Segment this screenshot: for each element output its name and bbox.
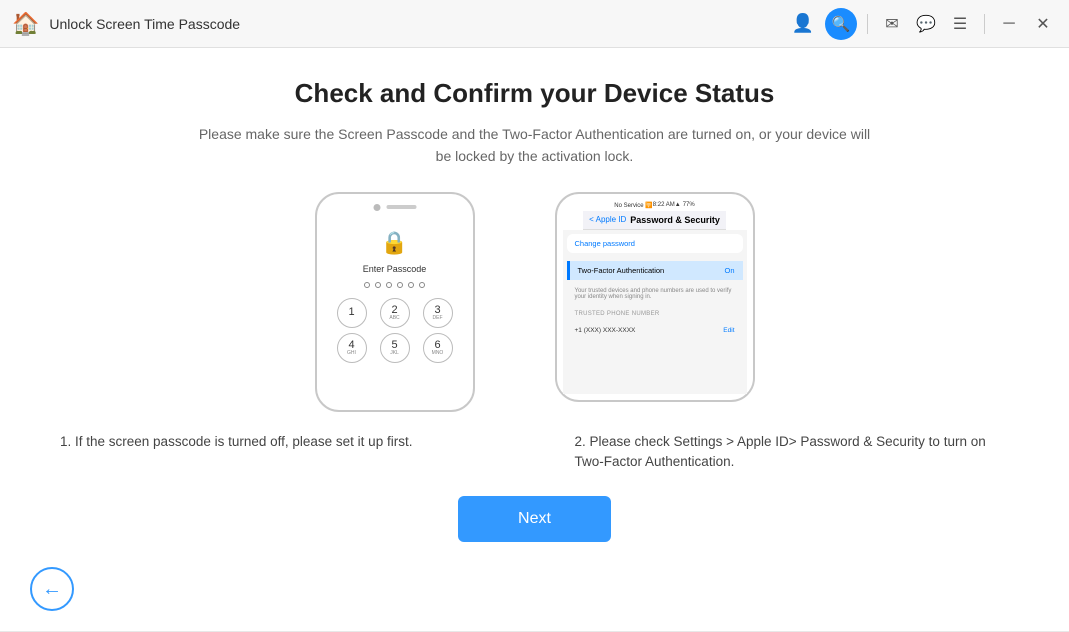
- desc-row: 1. If the screen passcode is turned off,…: [60, 432, 1009, 473]
- mail-icon[interactable]: ✉: [878, 10, 906, 38]
- titlebar-divider2: [984, 14, 985, 34]
- titlebar-icons: 👤 🔍 ✉ 💬 ☰ ─ ✕: [787, 8, 1057, 40]
- close-button[interactable]: ✕: [1029, 10, 1057, 38]
- phone2-body: Change password Two-Factor Authenticatio…: [563, 230, 747, 394]
- phone2-nav: < Apple ID Password & Security: [583, 211, 726, 230]
- phone1-screen: 🔒 Enter Passcode 1 2ABC 3DEF 4: [327, 220, 463, 400]
- titlebar-title: Unlock Screen Time Passcode: [49, 16, 240, 32]
- menu-icon[interactable]: ☰: [946, 10, 974, 38]
- passcode-dot-1: [364, 282, 370, 288]
- phone2-change-password-row: Change password: [567, 234, 743, 253]
- back-btn-wrap: ←: [30, 567, 74, 611]
- phone2-wrap: No Service 🛜 8:22 AM ▲ 77% < Apple ID Pa…: [555, 192, 755, 402]
- home-icon: 🏠: [12, 11, 39, 37]
- phone2-2fa-label: Two-Factor Authentication: [578, 266, 665, 275]
- key-4: 4GHI: [337, 333, 367, 363]
- page-title: Check and Confirm your Device Status: [295, 78, 775, 109]
- key-6: 6MNO: [423, 333, 453, 363]
- phone1-dot: [373, 204, 380, 211]
- search-icon[interactable]: 🔍: [825, 8, 857, 40]
- phone2-2fa-row: Two-Factor Authentication On: [567, 261, 743, 280]
- key-2: 2ABC: [380, 298, 410, 328]
- back-button[interactable]: ←: [30, 567, 74, 611]
- chat-icon[interactable]: 💬: [912, 10, 940, 38]
- phone2-device: No Service 🛜 8:22 AM ▲ 77% < Apple ID Pa…: [555, 192, 755, 402]
- phone2-edit-label: Edit: [723, 327, 734, 334]
- desc2: 2. Please check Settings > Apple ID> Pas…: [575, 432, 1010, 473]
- page-subtitle: Please make sure the Screen Passcode and…: [195, 123, 875, 168]
- keypad: 1 2ABC 3DEF 4GHI 5JKL 6MNO: [333, 298, 457, 363]
- phones-row: 🔒 Enter Passcode 1 2ABC 3DEF 4: [60, 192, 1009, 412]
- phone1-line: [386, 205, 416, 209]
- phone2-trusted-number: +1 (XXX) XXX-XXXX: [575, 327, 636, 334]
- phone2-status-left: No Service 🛜: [614, 202, 652, 209]
- passcode-dot-5: [408, 282, 414, 288]
- phone2-trusted-row: +1 (XXX) XXX-XXXX Edit: [567, 324, 743, 337]
- phone2-2fa-status: On: [724, 266, 734, 275]
- battery-icon: ▲: [675, 202, 681, 208]
- passcode-dot-3: [386, 282, 392, 288]
- key-3: 3DEF: [423, 298, 453, 328]
- titlebar-left: 🏠 Unlock Screen Time Passcode: [12, 11, 787, 37]
- passcode-dots: [364, 282, 425, 288]
- passcode-dot-2: [375, 282, 381, 288]
- main-content: Check and Confirm your Device Status Ple…: [0, 48, 1069, 631]
- passcode-dot-4: [397, 282, 403, 288]
- phone2-info-text: Your trusted devices and phone numbers a…: [567, 284, 743, 304]
- desc1: 1. If the screen passcode is turned off,…: [60, 432, 495, 473]
- phone2-change-password-section: Change password: [567, 234, 743, 253]
- phone2-nav-title: Password & Security: [630, 215, 720, 225]
- phone1-top: [373, 204, 416, 211]
- phone2-trusted-label: TRUSTED PHONE NUMBER: [567, 308, 743, 320]
- enter-passcode-text: Enter Passcode: [363, 264, 427, 274]
- minimize-button[interactable]: ─: [995, 10, 1023, 38]
- key-1: 1: [337, 298, 367, 328]
- phone1-wrap: 🔒 Enter Passcode 1 2ABC 3DEF 4: [315, 192, 475, 412]
- phone2-time: 8:22 AM: [653, 202, 675, 208]
- phone2-status: No Service 🛜 8:22 AM ▲ 77%: [610, 202, 698, 209]
- no-service-label: No Service 🛜: [614, 202, 652, 209]
- titlebar: 🏠 Unlock Screen Time Passcode 👤 🔍 ✉ 💬 ☰ …: [0, 0, 1069, 48]
- passcode-dot-6: [419, 282, 425, 288]
- phone2-status-right: ▲ 77%: [675, 202, 695, 208]
- lock-icon: 🔒: [381, 230, 408, 256]
- titlebar-divider: [867, 14, 868, 34]
- phone1-device: 🔒 Enter Passcode 1 2ABC 3DEF 4: [315, 192, 475, 412]
- phone2-back-label: < Apple ID: [589, 215, 626, 224]
- next-button[interactable]: Next: [458, 496, 611, 542]
- key-5: 5JKL: [380, 333, 410, 363]
- battery-label: 77%: [683, 202, 695, 208]
- user-icon[interactable]: 👤: [787, 8, 819, 40]
